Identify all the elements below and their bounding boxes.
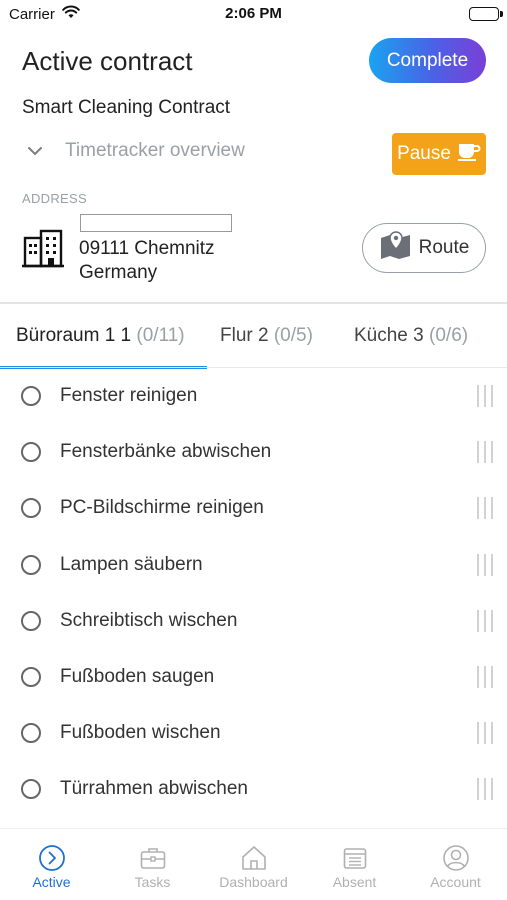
list-item[interactable]: Fußboden wischen [0,705,507,761]
timetracker-toggle[interactable]: Timetracker overview [24,140,245,162]
briefcase-icon [102,844,203,872]
tab-flur[interactable]: Flur 2 (0/5) [220,325,313,347]
address-country: Germany [79,262,158,283]
coffee-cup-icon [457,141,481,167]
nav-account[interactable]: Account [405,844,506,890]
complete-button[interactable]: Complete [369,38,486,83]
task-radio[interactable] [21,611,41,631]
list-item[interactable]: Fenster reinigen [0,368,507,424]
tab-label: Büroraum 1 1 [16,325,132,346]
drag-handle-icon[interactable] [477,385,493,407]
pause-button[interactable]: Pause [392,133,486,175]
tab-count: (0/6) [429,325,469,346]
route-button[interactable]: Route [362,223,486,273]
tab-count: (0/5) [273,325,313,346]
user-circle-icon [405,844,506,872]
task-label: Fußboden saugen [60,666,215,687]
tab-label: Flur 2 [220,325,269,346]
status-bar: Carrier 2:06 PM [0,0,507,30]
task-radio[interactable] [21,442,41,462]
task-radio[interactable] [21,667,41,687]
task-label: Fenster reinigen [60,385,198,406]
battery-icon [469,7,499,21]
chevron-circle-icon [1,844,102,872]
nav-active[interactable]: Active [1,844,102,890]
route-label: Route [418,237,470,258]
task-radio[interactable] [21,723,41,743]
task-radio[interactable] [21,779,41,799]
nav-label: Dashboard [219,874,288,890]
task-label: PC-Bildschirme reinigen [60,497,264,518]
map-pin-icon [379,230,413,266]
task-label: Fensterbänke abwischen [60,441,272,462]
nav-label: Active [32,874,71,890]
drag-handle-icon[interactable] [477,441,493,463]
drag-handle-icon[interactable] [477,610,493,632]
drag-handle-icon[interactable] [477,497,493,519]
calendar-list-icon [304,844,405,872]
list-item[interactable]: PC-Bildschirme reinigen [0,480,507,536]
task-label: Schreibtisch wischen [60,610,238,631]
task-radio[interactable] [21,498,41,518]
building-icon [22,228,64,273]
redacted-street [80,214,232,232]
drag-handle-icon[interactable] [477,554,493,576]
nav-tasks[interactable]: Tasks [102,844,203,890]
list-item[interactable]: Türrahmen abwischen [0,761,507,817]
task-radio[interactable] [21,555,41,575]
list-item[interactable]: Schreibtisch wischen [0,593,507,649]
room-tabs: Büroraum 1 1 (0/11) Flur 2 (0/5) Küche 3… [0,304,507,369]
contract-name: Smart Cleaning Contract [22,97,231,118]
clock: 2:06 PM [225,5,282,22]
address-caption: ADDRESS [22,191,87,206]
nav-absent[interactable]: Absent [304,844,405,890]
nav-label: Tasks [134,874,171,890]
task-label: Lampen säubern [60,554,203,575]
nav-label: Account [430,874,481,890]
pause-label: Pause [397,143,451,164]
chevron-down-icon [24,140,46,162]
tab-count: (0/11) [136,325,185,346]
timetracker-label: Timetracker overview [65,140,245,161]
page-title: Active contract [22,46,193,76]
address-city: 09111 Chemnitz [79,238,215,259]
tab-label: Küche 3 [354,325,424,346]
nav-label: Absent [332,874,377,890]
drag-handle-icon[interactable] [477,722,493,744]
task-radio[interactable] [21,386,41,406]
task-label: Fußboden wischen [60,722,221,743]
list-item[interactable]: Lampen säubern [0,537,507,593]
drag-handle-icon[interactable] [477,778,493,800]
task-label: Türrahmen abwischen [60,778,248,799]
home-icon [203,844,304,872]
nav-dashboard[interactable]: Dashboard [203,844,304,890]
list-item[interactable]: Fußboden saugen [0,649,507,705]
drag-handle-icon[interactable] [477,666,493,688]
bottom-nav: Active Tasks Dashboard Absent Account [0,829,507,900]
list-item[interactable]: Fensterbänke abwischen [0,424,507,480]
tab-kueche[interactable]: Küche 3 (0/6) [354,325,468,347]
tab-bueroraum[interactable]: Büroraum 1 1 (0/11) [16,325,185,347]
